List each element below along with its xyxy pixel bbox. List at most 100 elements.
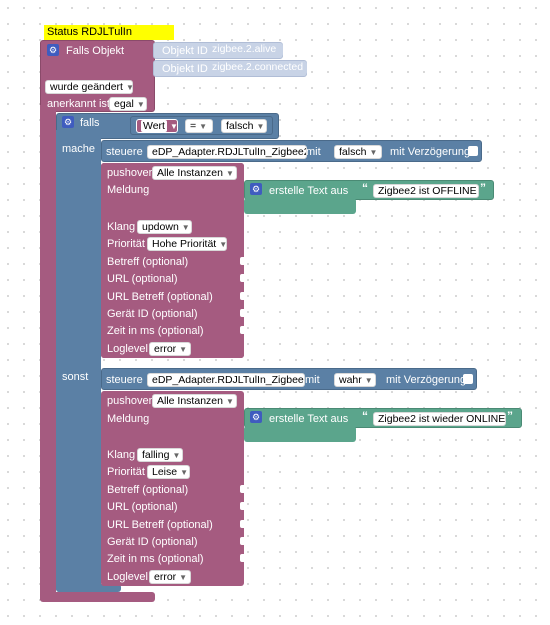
chevron-down-icon: ▼ [225, 169, 234, 178]
quote-close-icon-1: ” [480, 181, 486, 195]
chevron-down-icon: ▼ [179, 573, 188, 582]
value-dropdown-2-value: wahr [339, 374, 362, 386]
text-value-2[interactable]: Zigbee2 ist wieder ONLINE [373, 412, 506, 426]
geraet-label-2: Gerät ID (optional) [107, 536, 198, 548]
sonst-label: sonst [62, 371, 89, 383]
klang-label-2: Klang [107, 449, 136, 461]
chevron-down-icon: ▼ [181, 223, 190, 232]
prio-label-2: Priorität [107, 466, 145, 478]
url-betreff-label-1: URL Betreff (optional) [107, 291, 213, 303]
value-dropdown-2[interactable]: wahr ▼ [334, 373, 376, 387]
ack-label: anerkannt ist [47, 98, 110, 110]
operator-dropdown-value: = [190, 120, 197, 132]
klang-dropdown-2[interactable]: falling ▼ [137, 448, 183, 462]
chevron-down-icon: ▼ [219, 240, 228, 249]
wert-dropdown-value: Wert [141, 120, 167, 132]
quote-open-icon-2: “ [362, 409, 368, 423]
loglevel-dropdown-2-value: error [154, 571, 177, 583]
klang-label-1: Klang [107, 221, 136, 233]
instances-dropdown-2[interactable]: Alle Instanzen ▼ [152, 394, 237, 408]
klang-dropdown-1[interactable]: updown ▼ [137, 220, 192, 234]
object-id-label-2: Objekt ID [162, 63, 208, 75]
falls-objekt-label: Falls Objekt [66, 45, 125, 57]
loglevel-label-1: Loglevel [107, 343, 148, 355]
url-label-1: URL (optional) [107, 273, 178, 285]
ack-dropdown[interactable]: egal ▼ [109, 97, 147, 111]
klang-dropdown-1-value: updown [142, 221, 179, 233]
if-block-spine [56, 130, 101, 592]
meldung-label-2: Meldung [107, 413, 150, 425]
input-notch [240, 554, 245, 562]
value-dropdown-1-value: falsch [339, 146, 367, 158]
prio-label-1: Priorität [107, 238, 145, 250]
loglevel-label-2: Loglevel [107, 571, 148, 583]
pushover-label-2: pushover [107, 395, 153, 407]
trigger-block-spine [40, 105, 56, 600]
input-notch [240, 502, 245, 510]
delay-label-2: mit Verzögerung [386, 374, 467, 386]
instances-dropdown-1[interactable]: Alle Instanzen ▼ [152, 166, 237, 180]
input-notch [240, 537, 245, 545]
betreff-label-2: Betreff (optional) [107, 484, 189, 496]
instances-dropdown-2-value: Alle Instanzen [157, 395, 223, 407]
script-title: Status RDJLTulIn Zigbee.2 [44, 25, 174, 53]
input-notch [240, 326, 245, 334]
gear-icon[interactable]: ⚙ [47, 44, 59, 56]
loglevel-dropdown-2[interactable]: error ▼ [149, 570, 191, 584]
falls-label: falls [80, 117, 100, 129]
text-block-2-tail [244, 426, 356, 442]
input-notch [240, 274, 245, 282]
changed-dropdown-value: wurde geändert [50, 81, 123, 93]
klang-dropdown-2-value: falling [142, 449, 170, 461]
chevron-down-icon: ▼ [256, 122, 265, 131]
loglevel-dropdown-1[interactable]: error ▼ [149, 342, 191, 356]
delay-checkbox-1[interactable] [468, 146, 478, 156]
text-block-1-tail [244, 198, 356, 214]
chevron-down-icon: ▼ [169, 122, 178, 131]
falsch-dropdown[interactable]: falsch ▼ [221, 119, 267, 133]
chevron-down-icon: ▼ [172, 451, 181, 460]
chevron-down-icon: ▼ [180, 468, 189, 477]
instances-dropdown-1-value: Alle Instanzen [157, 167, 223, 179]
chevron-down-icon: ▼ [136, 100, 145, 109]
object-id-value-1[interactable]: zigbee.2.alive [208, 43, 283, 57]
text-value-1[interactable]: Zigbee2 ist OFFLINE [373, 184, 479, 198]
changed-dropdown[interactable]: wurde geändert ▼ [45, 80, 134, 94]
input-notch [240, 257, 245, 265]
object-id-label-1: Objekt ID [162, 45, 208, 57]
steuere-label-1: steuere [106, 146, 143, 158]
input-notch [240, 292, 245, 300]
prio-dropdown-1[interactable]: Hohe Priorität ▼ [147, 237, 227, 251]
prio-dropdown-2-value: Leise [152, 466, 178, 478]
delay-label-1: mit Verzögerung [390, 146, 471, 158]
quote-close-icon-2: ” [507, 409, 513, 423]
input-notch [240, 520, 245, 528]
object-id-value-2[interactable]: zigbee.2.connected [208, 61, 307, 75]
adapter-field-2[interactable]: eDP_Adapter.RDJLTulIn_Zigbee2 [147, 373, 305, 387]
meldung-label-1: Meldung [107, 184, 150, 196]
quote-open-icon-1: “ [362, 181, 368, 195]
wert-dropdown[interactable]: Wert ▼ [136, 119, 178, 133]
chevron-down-icon: ▼ [369, 148, 378, 157]
zeit-label-1: Zeit in ms (optional) [107, 325, 204, 337]
value-dropdown-1[interactable]: falsch ▼ [334, 145, 382, 159]
prio-dropdown-2[interactable]: Leise ▼ [147, 465, 190, 479]
ack-dropdown-value: egal [114, 98, 134, 110]
gear-icon[interactable]: ⚙ [62, 116, 74, 128]
mache-label: mache [62, 143, 96, 155]
adapter-field-1[interactable]: eDP_Adapter.RDJLTulIn_Zigbee2 [147, 145, 307, 159]
chevron-down-icon: ▼ [199, 122, 208, 131]
gear-icon[interactable]: ⚙ [250, 411, 262, 423]
operator-dropdown[interactable]: = ▼ [185, 119, 213, 133]
text-label-2: erstelle Text aus [269, 413, 349, 425]
input-notch [240, 309, 245, 317]
delay-checkbox-2[interactable] [463, 374, 473, 384]
steuere-label-2: steuere [106, 374, 143, 386]
prio-dropdown-1-value: Hohe Priorität [152, 238, 217, 250]
gear-icon[interactable]: ⚙ [250, 183, 262, 195]
input-notch [240, 485, 245, 493]
chevron-down-icon: ▼ [225, 397, 234, 406]
pushover-label-1: pushover [107, 167, 153, 179]
mit-label-1: mit [306, 146, 321, 158]
betreff-label-1: Betreff (optional) [107, 256, 189, 268]
